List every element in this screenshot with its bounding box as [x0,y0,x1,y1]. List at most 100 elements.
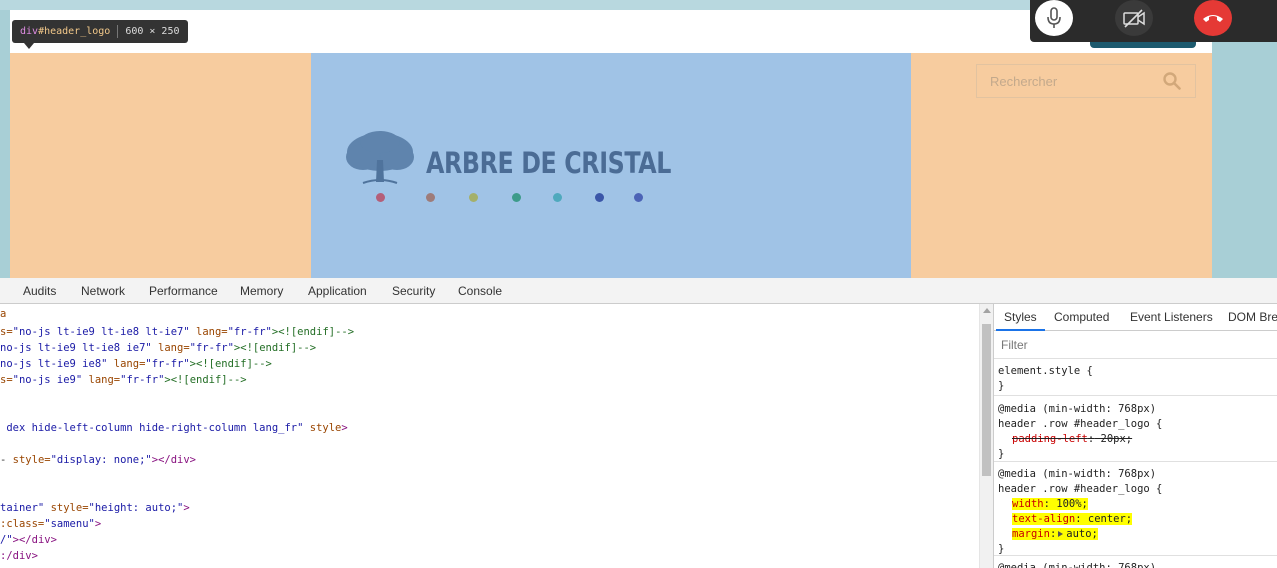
tab-console[interactable]: Console [458,278,502,304]
logo-dot [469,193,478,202]
devtools-tab-bar: Audits Network Performance Memory Applic… [0,278,1277,304]
dom-node-line[interactable]: s="no-js ie9" lang="fr-fr"><![endif]--> [0,372,247,388]
dom-code-segment: "height: auto;" [88,502,184,514]
style-rule[interactable]: @media (min-width: 768px) [994,557,1277,568]
tab-network[interactable]: Network [81,278,125,304]
rule-text-line: } [998,380,1005,392]
declaration-body[interactable]: margin: auto; [1012,528,1098,540]
rule-text-line: element.style { [998,365,1093,377]
css-value[interactable]: 100%; [1056,498,1088,510]
tooltip-arrow [24,43,34,49]
styles-filter-input[interactable] [994,331,1277,358]
tab-audits[interactable]: Audits [23,278,56,304]
dom-code-segment: ><![endif]--> [233,342,317,354]
tooltip-id: #header_logo [38,26,111,37]
dom-node-line[interactable]: s="no-js lt-ie9 lt-ie8 lt-ie7" lang="fr-… [0,324,354,340]
logo-dot [634,193,643,202]
css-value[interactable]: auto; [1066,528,1098,540]
search-icon[interactable] [1163,72,1181,90]
css-property[interactable]: margin [1012,528,1050,540]
dom-code-segment: a [0,308,7,320]
tab-event-listeners[interactable]: Event Listeners [1130,304,1213,331]
dom-code-segment: "fr-fr" [227,326,272,338]
declaration-body[interactable]: text-align: center; [1012,513,1133,525]
dom-node-line[interactable]: /"></div> [0,532,57,548]
dom-node-line[interactable]: :/div> [0,548,38,564]
search-box [976,64,1196,98]
style-rule[interactable]: @media (min-width: 768px) header .row #he… [994,398,1277,462]
tab-application[interactable]: Application [308,278,367,304]
tab-computed[interactable]: Computed [1054,304,1109,331]
expand-triangle-icon[interactable] [1058,531,1064,537]
dom-code-segment: :/div> [0,550,38,562]
dom-code-segment: lang= [189,326,228,338]
dom-code-segment: "no-js ie9" [12,374,83,386]
dom-code-segment: > [94,518,102,530]
css-declaration: padding-left: 20px; [1012,432,1132,446]
dom-node-line[interactable]: tainer" style="height: auto;"> [0,500,190,516]
style-rule[interactable]: @media (min-width: 768px) header .row #he… [994,463,1277,556]
dom-code-segment: style= [12,454,51,466]
rule-text-line: @media (min-width: 768px) [998,403,1157,415]
camera-off-icon [1123,9,1145,28]
hang-up-button[interactable] [1194,0,1232,36]
style-rule[interactable]: element.style {} [994,360,1277,396]
css-value[interactable]: 20px; [1101,433,1133,445]
dom-code-segment: "fr-fr" [189,342,234,354]
dom-code-segment: "fr-fr" [145,358,190,370]
dom-code-segment: no-js lt-ie9 lt-ie8 ie7" [0,342,152,354]
element-inspector-tooltip: div #header_logo 600 × 250 [12,20,188,43]
logo-dot [595,193,604,202]
dom-code-segment: /" [0,534,13,546]
dom-code-segment: tainer" [0,502,45,514]
camera-button[interactable] [1115,0,1153,36]
dom-code-segment: ></div> [12,534,57,546]
dom-code-segment: > [183,502,190,514]
dom-node-line[interactable]: a [0,306,6,322]
css-property[interactable]: width [1012,498,1044,510]
declaration-body[interactable]: padding-left: 20px; [1012,433,1132,445]
css-declaration: width: 100%; [1012,497,1088,511]
styles-tab-bar: Styles Computed Event Listeners DOM Bre [994,304,1277,331]
dom-node-line[interactable]: - style="display: none;"></div> [0,452,196,468]
rule-text-line: @media (min-width: 768px) [998,468,1157,480]
tab-security[interactable]: Security [392,278,435,304]
dom-node-line[interactable]: dex hide-left-column hide-right-column l… [0,420,347,436]
rule-text-line: header .row #header_logo { [998,483,1163,495]
call-controls-bar [1030,0,1277,42]
dom-code-segment: ><![endif]--> [164,374,247,386]
dom-code-segment: ></div> [151,454,197,466]
dom-tree-pane[interactable]: a s="no-js lt-ie9 lt-ie8 lt-ie7" lang="fr… [0,304,979,568]
microphone-button[interactable] [1035,0,1073,36]
dom-code-segment: no-js lt-ie9 ie8" [0,358,108,370]
scroll-up-arrow-icon[interactable] [983,308,991,313]
dom-code-segment: :class= [0,518,45,530]
dom-node-line[interactable]: no-js lt-ie9 ie8" lang="fr-fr"><![endif]… [0,356,272,372]
dom-code-segment: "samenu" [44,518,95,530]
header-left-column [10,53,311,278]
tooltip-separator [117,25,119,38]
tab-performance[interactable]: Performance [149,278,218,304]
logo-dot [376,193,385,202]
css-property[interactable]: text-align [1012,513,1075,525]
hang-up-icon [1203,15,1223,22]
dom-code-segment: s= [0,374,13,386]
tab-dom-breakpoints[interactable]: DOM Bre [1228,304,1277,331]
logo-text: ARBRE DE CRISTAL [426,146,672,180]
tooltip-size: 600 × 250 [125,26,180,37]
search-input[interactable] [977,65,1157,97]
tab-memory[interactable]: Memory [240,278,283,304]
scrollbar-thumb[interactable] [982,324,991,476]
dom-node-line[interactable]: no-js lt-ie9 lt-ie8 ie7" lang="fr-fr"><!… [0,340,316,356]
dom-scrollbar[interactable] [979,304,993,568]
tooltip-tag: div [20,26,39,37]
declaration-body[interactable]: width: 100%; [1012,498,1088,510]
dom-code-segment: lang= [82,374,121,386]
css-property[interactable]: padding-left [1012,433,1088,445]
dom-node-line[interactable]: :class="samenu"> [0,516,101,532]
microphone-icon [1047,7,1061,28]
dom-code-segment: dex hide-left-column hide-right-column l… [0,422,304,434]
logo-dot [553,193,562,202]
css-value[interactable]: center; [1088,513,1132,525]
tab-styles[interactable]: Styles [996,304,1045,331]
